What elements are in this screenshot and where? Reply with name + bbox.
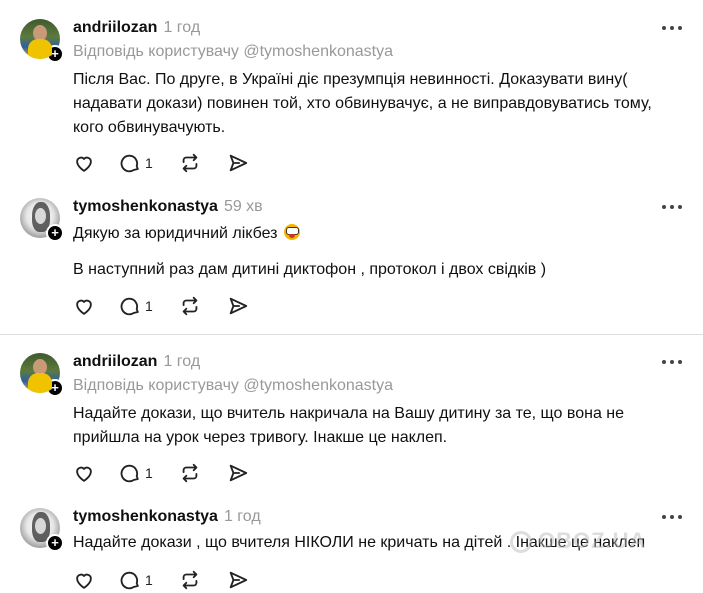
heart-icon[interactable] bbox=[73, 569, 95, 591]
thread-divider bbox=[0, 334, 703, 335]
post-header: tymoshenkonastya 59 хв bbox=[73, 197, 263, 217]
more-icon[interactable] bbox=[660, 18, 684, 38]
avatar-wrap[interactable]: + bbox=[20, 198, 64, 242]
post-text: В наступний раз дам дитині диктофон , пр… bbox=[73, 258, 693, 282]
heart-icon[interactable] bbox=[73, 462, 95, 484]
heart-icon[interactable] bbox=[73, 152, 95, 174]
post-header: andriilozan 1 год bbox=[73, 18, 200, 38]
repost-icon[interactable] bbox=[179, 569, 201, 591]
username[interactable]: andriilozan bbox=[73, 353, 157, 370]
post-text: Надайте докази, що вчитель накричала на … bbox=[73, 402, 693, 450]
timestamp[interactable]: 1 год bbox=[224, 508, 261, 525]
watermark: OBOZ.UA bbox=[510, 528, 646, 554]
timestamp[interactable]: 1 год bbox=[163, 353, 200, 370]
comment-count: 1 bbox=[145, 465, 153, 481]
post-text-line: кого обвинувачують. bbox=[73, 119, 226, 136]
post-text-line: надавати докази) повинен той, хто обвину… bbox=[73, 95, 652, 112]
more-icon[interactable] bbox=[660, 197, 684, 217]
plus-icon[interactable]: + bbox=[46, 534, 64, 552]
reply-to-label[interactable]: Відповідь користувачу @tymoshenkonastya bbox=[73, 42, 393, 62]
share-icon[interactable] bbox=[227, 569, 249, 591]
repost-icon[interactable] bbox=[179, 462, 201, 484]
timestamp[interactable]: 1 год bbox=[163, 19, 200, 36]
post-text: Дякую за юридичний лікбез bbox=[73, 222, 693, 246]
reply-to-label[interactable]: Відповідь користувачу @tymoshenkonastya bbox=[73, 376, 393, 396]
post-text-line: Дякую за юридичний лікбез bbox=[73, 222, 693, 246]
post-header: andriilozan 1 год bbox=[73, 352, 200, 372]
heart-icon[interactable] bbox=[73, 295, 95, 317]
post-text-line: прийшла на урок через тривогу. Інакше це… bbox=[73, 429, 448, 446]
share-icon[interactable] bbox=[227, 295, 249, 317]
username[interactable]: andriilozan bbox=[73, 19, 157, 36]
nerd-face-emoji-icon bbox=[283, 224, 300, 240]
comment-count: 1 bbox=[145, 155, 153, 171]
share-icon[interactable] bbox=[227, 152, 249, 174]
comment-icon[interactable] bbox=[119, 295, 141, 317]
post-text-line-content: Дякую за юридичний лікбез bbox=[73, 225, 278, 242]
repost-icon[interactable] bbox=[179, 295, 201, 317]
avatar-wrap[interactable]: + bbox=[20, 353, 64, 397]
username[interactable]: tymoshenkonastya bbox=[73, 508, 218, 525]
post-text-line: Надайте докази, що вчитель накричала на … bbox=[73, 405, 625, 422]
repost-icon[interactable] bbox=[179, 152, 201, 174]
avatar-wrap[interactable]: + bbox=[20, 508, 64, 552]
share-icon[interactable] bbox=[227, 462, 249, 484]
username[interactable]: tymoshenkonastya bbox=[73, 198, 218, 215]
watermark-logo-icon bbox=[510, 531, 532, 553]
comment-count: 1 bbox=[145, 572, 153, 588]
post-header: tymoshenkonastya 1 год bbox=[73, 507, 261, 527]
comment-icon[interactable] bbox=[119, 462, 141, 484]
timestamp[interactable]: 59 хв bbox=[224, 198, 263, 215]
comment-icon[interactable] bbox=[119, 152, 141, 174]
post-text: Після Вас. По друге, в Україні діє презу… bbox=[73, 68, 693, 140]
plus-icon[interactable]: + bbox=[46, 224, 64, 242]
watermark-text: OBOZ.UA bbox=[538, 528, 647, 553]
post-text-line: Після Вас. По друге, в Україні діє презу… bbox=[73, 71, 628, 88]
more-icon[interactable] bbox=[660, 507, 684, 527]
post-text-line: В наступний раз дам дитині диктофон , пр… bbox=[73, 261, 547, 278]
comment-icon[interactable] bbox=[119, 569, 141, 591]
more-icon[interactable] bbox=[660, 352, 684, 372]
comment-count: 1 bbox=[145, 298, 153, 314]
avatar-wrap[interactable]: + bbox=[20, 19, 64, 63]
